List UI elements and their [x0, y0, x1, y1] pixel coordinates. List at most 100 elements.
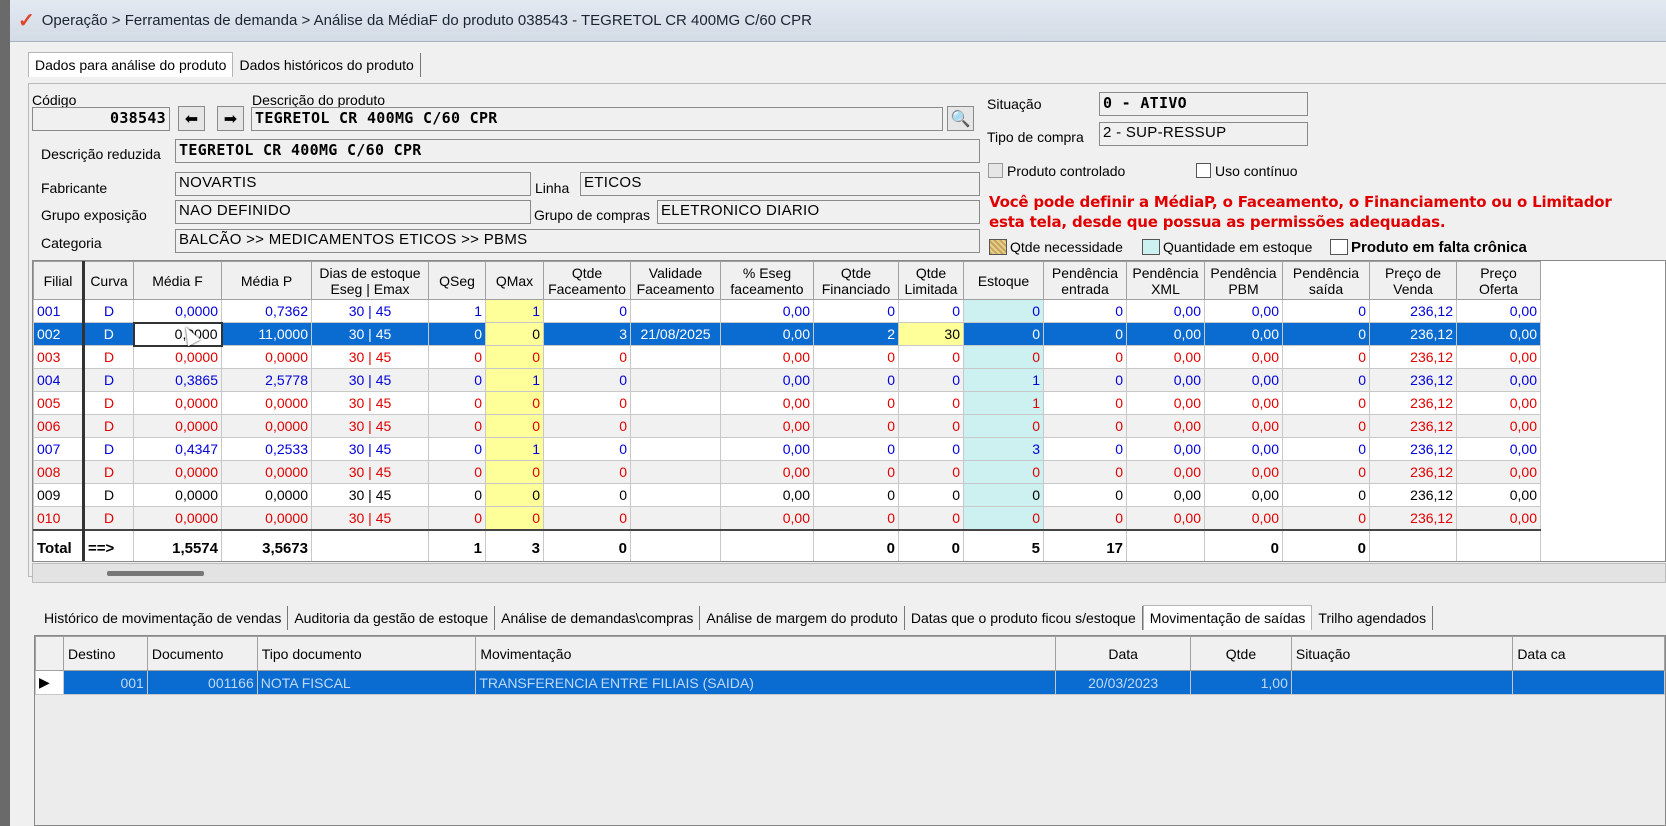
cell-dias-estoque[interactable]: 30 | 45 [311, 322, 429, 346]
cell-curva[interactable]: D [83, 368, 134, 392]
cell-pendencia-xml[interactable]: 0,00 [1126, 460, 1205, 484]
cell-qtde-faceamento[interactable]: 0 [543, 483, 631, 507]
grid-horizontal-scrollbar[interactable] [32, 563, 1666, 583]
col-header-media-f[interactable]: Média F [133, 261, 222, 300]
col-header-qtde-financiado[interactable]: Qtde Financiado [813, 261, 899, 300]
cell-qtde-limitada[interactable]: 0 [898, 460, 964, 484]
table-row[interactable]: 008 D 0,0000 0,0000 30 | 45 0 0 0 0,00 0 0 0 0 0,00 0,… [33, 460, 1541, 484]
cell-qtde-faceamento[interactable]: 0 [543, 391, 631, 415]
cell-qtde-limitada[interactable]: 0 [898, 299, 964, 323]
cell-qseg[interactable]: 0 [428, 391, 486, 415]
cell-preco-oferta[interactable]: 0,00 [1456, 414, 1541, 438]
cell-filial[interactable]: 010 [33, 506, 85, 530]
cell-media-p[interactable]: 0,0000 [221, 483, 312, 507]
cell-estoque[interactable]: 0 [963, 483, 1044, 507]
cell-dias-estoque[interactable]: 30 | 45 [311, 437, 429, 461]
cell-pendencia-xml[interactable]: 0,00 [1126, 483, 1205, 507]
cell-estoque[interactable]: 1 [963, 368, 1044, 392]
categoria-field[interactable]: BALCÃO >> MEDICAMENTOS ETICOS >> PBMS [175, 229, 980, 253]
cell-curva[interactable]: D [83, 437, 134, 461]
cell-preco-venda[interactable]: 236,12 [1369, 368, 1457, 392]
saidas-col-header[interactable]: Documento [146, 636, 258, 671]
cell-preco-oferta[interactable]: 0,00 [1456, 299, 1541, 323]
cell-pendencia-saida[interactable]: 0 [1282, 345, 1370, 369]
cell-dias-estoque[interactable]: 30 | 45 [311, 299, 429, 323]
cell-media-f[interactable]: 0,0000 [133, 483, 222, 507]
codigo-field[interactable]: 038543 [32, 107, 170, 131]
col-header-filial[interactable]: Filial [33, 261, 85, 300]
cell-validade-faceamento[interactable]: 21/08/2025 [630, 322, 721, 346]
cell-pendencia-entrada[interactable]: 0 [1043, 483, 1127, 507]
cell-qtde-limitada[interactable]: 0 [898, 391, 964, 415]
cell-preco-venda[interactable]: 236,12 [1369, 391, 1457, 415]
cell-pendencia-xml[interactable]: 0,00 [1126, 506, 1205, 530]
cell-pendencia-saida[interactable]: 0 [1282, 322, 1370, 346]
cell-eseg-faceamento[interactable]: 0,00 [720, 506, 814, 530]
cell-eseg-faceamento[interactable]: 0,00 [720, 460, 814, 484]
grupo-exposicao-field[interactable]: NAO DEFINIDO [175, 200, 531, 224]
cell-pendencia-xml[interactable]: 0,00 [1126, 322, 1205, 346]
cell-preco-oferta[interactable]: 0,00 [1456, 368, 1541, 392]
cell-preco-venda[interactable]: 236,12 [1369, 322, 1457, 346]
saidas-col-header[interactable]: Tipo documento [256, 636, 477, 671]
cell-qmax[interactable]: 0 [485, 391, 544, 415]
cell-dias-estoque[interactable]: 30 | 45 [311, 483, 429, 507]
cell-eseg-faceamento[interactable]: 0,00 [720, 437, 814, 461]
cell-qseg[interactable]: 0 [428, 368, 486, 392]
cell-curva[interactable]: D [83, 322, 134, 346]
cell-preco-venda[interactable]: 236,12 [1369, 460, 1457, 484]
cell-filial[interactable]: 002 [33, 322, 85, 346]
situacao-field[interactable]: 0 - ATIVO [1099, 92, 1308, 116]
cell-filial[interactable]: 001 [33, 299, 85, 323]
cell-filial[interactable]: 003 [33, 345, 85, 369]
cell-qtde-limitada[interactable]: 0 [898, 368, 964, 392]
cell-preco-venda[interactable]: 236,12 [1369, 299, 1457, 323]
col-header-pendencia-entrada[interactable]: Pendência entrada [1043, 261, 1127, 300]
cell-qtde-faceamento[interactable]: 0 [543, 368, 631, 392]
cell-qseg[interactable]: 0 [428, 460, 486, 484]
cell-media-p[interactable]: 11,0000 [221, 322, 312, 346]
saidas-cell[interactable]: 1,00 [1190, 670, 1292, 695]
table-row[interactable]: 009 D 0,0000 0,0000 30 | 45 0 0 0 0,00 0 0 0 0 0,00 0,… [33, 483, 1541, 507]
cell-qtde-limitada[interactable]: 0 [898, 414, 964, 438]
cell-preco-oferta[interactable]: 0,00 [1456, 460, 1541, 484]
cell-media-p[interactable]: 0,7362 [221, 299, 312, 323]
cell-pendencia-pbm[interactable]: 0,00 [1204, 391, 1283, 415]
table-row[interactable]: ▶ 001 001166 NOTA FISCAL TRANSFERENCIA ENTRE… [35, 670, 1665, 695]
cell-filial[interactable]: 007 [33, 437, 85, 461]
cell-qmax[interactable]: 0 [485, 506, 544, 530]
cell-preco-venda[interactable]: 236,12 [1369, 414, 1457, 438]
descricao-field[interactable]: TEGRETOL CR 400MG C/60 CPR [251, 107, 943, 131]
cell-eseg-faceamento[interactable]: 0,00 [720, 322, 814, 346]
tab-bottom-6[interactable]: Trilho agendados [1312, 606, 1434, 630]
cell-eseg-faceamento[interactable]: 0,00 [720, 483, 814, 507]
cell-pendencia-entrada[interactable]: 0 [1043, 299, 1127, 323]
saidas-cell[interactable] [1512, 670, 1665, 695]
cell-curva[interactable]: D [83, 483, 134, 507]
cell-qtde-limitada[interactable]: 30 [898, 322, 964, 346]
table-row[interactable]: 002 D 0,0000 11,0000 30 | 45 0 0 3 21/08/2025 0,0… [33, 321, 1541, 347]
saidas-cell[interactable]: 001166 [146, 670, 258, 695]
cell-preco-venda[interactable]: 236,12 [1369, 506, 1457, 530]
table-row[interactable]: 005 D 0,0000 0,0000 30 | 45 0 0 0 0,00 0 0 1 0 0,00 0,… [33, 391, 1541, 415]
cell-qmax[interactable]: 0 [485, 345, 544, 369]
cell-validade-faceamento[interactable] [630, 299, 721, 323]
cell-qtde-financiado[interactable]: 0 [813, 483, 899, 507]
cell-validade-faceamento[interactable] [630, 345, 721, 369]
cell-qtde-financiado[interactable]: 0 [813, 414, 899, 438]
cell-qtde-financiado[interactable]: 0 [813, 391, 899, 415]
cell-pendencia-pbm[interactable]: 0,00 [1204, 483, 1283, 507]
cell-qtde-financiado[interactable]: 0 [813, 345, 899, 369]
cell-pendencia-pbm[interactable]: 0,00 [1204, 345, 1283, 369]
cell-media-f[interactable]: 0,0000 [133, 460, 222, 484]
cell-validade-faceamento[interactable] [630, 368, 721, 392]
cell-qtde-limitada[interactable]: 0 [898, 506, 964, 530]
col-header-dias-estoque[interactable]: Dias de estoque Eseg | Emax [311, 261, 429, 300]
col-header-estoque[interactable]: Estoque [963, 261, 1044, 300]
cell-qtde-financiado[interactable]: 0 [813, 506, 899, 530]
cell-pendencia-saida[interactable]: 0 [1282, 506, 1370, 530]
cell-dias-estoque[interactable]: 30 | 45 [311, 414, 429, 438]
cell-estoque[interactable]: 0 [963, 414, 1044, 438]
cell-qtde-faceamento[interactable]: 0 [543, 345, 631, 369]
cell-qtde-financiado[interactable]: 0 [813, 368, 899, 392]
